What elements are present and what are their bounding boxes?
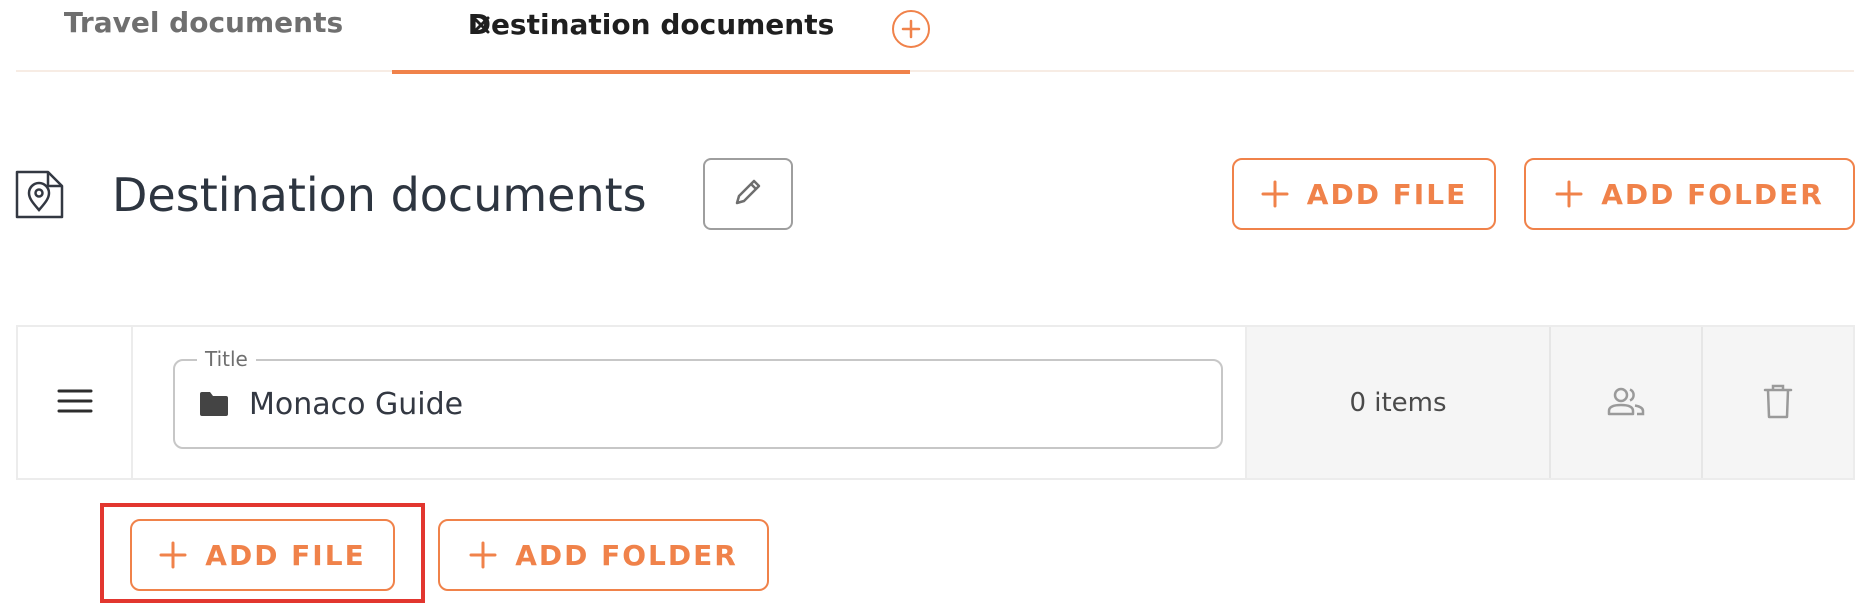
edit-title-button[interactable] <box>703 158 793 230</box>
button-label: ADD FILE <box>1306 177 1468 211</box>
item-count-label: 0 items <box>1349 387 1447 418</box>
delete-button[interactable] <box>1701 327 1853 478</box>
tab-label: Destination documents <box>467 7 835 41</box>
add-file-button[interactable]: ADD FILE <box>130 519 395 591</box>
plus-icon <box>469 541 497 569</box>
pencil-icon <box>731 175 765 213</box>
location-document-icon <box>14 168 66 220</box>
close-icon[interactable] <box>466 10 496 40</box>
page-title: Destination documents <box>112 168 647 222</box>
add-folder-button-header[interactable]: ADD FOLDER <box>1524 158 1855 230</box>
button-label: ADD FILE <box>205 538 366 572</box>
share-button[interactable] <box>1549 327 1701 478</box>
plus-icon <box>1261 180 1289 208</box>
tab-label: Travel documents <box>63 5 344 39</box>
documents-page: Travel documents Destination documents D… <box>0 0 1868 615</box>
add-tab-icon[interactable] <box>892 10 930 48</box>
drag-handle[interactable] <box>18 327 133 478</box>
title-input[interactable] <box>249 379 1149 429</box>
title-field: Title <box>173 347 1223 449</box>
add-file-button-header[interactable]: ADD FILE <box>1232 158 1496 230</box>
button-label: ADD FOLDER <box>1601 177 1824 211</box>
tab-bar: Travel documents Destination documents <box>16 0 1854 74</box>
folder-icon <box>199 391 229 417</box>
add-folder-button[interactable]: ADD FOLDER <box>438 519 769 591</box>
folder-row: Title 0 items <box>16 325 1855 480</box>
share-users-icon <box>1606 386 1646 420</box>
active-tab-indicator <box>392 70 910 74</box>
trash-icon <box>1763 383 1793 423</box>
tab-travel-documents[interactable]: Travel documents <box>16 0 391 72</box>
drag-handle-icon <box>57 387 93 419</box>
plus-icon <box>159 541 187 569</box>
plus-icon <box>1555 180 1583 208</box>
title-field-label: Title <box>197 347 256 371</box>
button-label: ADD FOLDER <box>515 538 738 572</box>
item-count: 0 items <box>1245 327 1549 478</box>
